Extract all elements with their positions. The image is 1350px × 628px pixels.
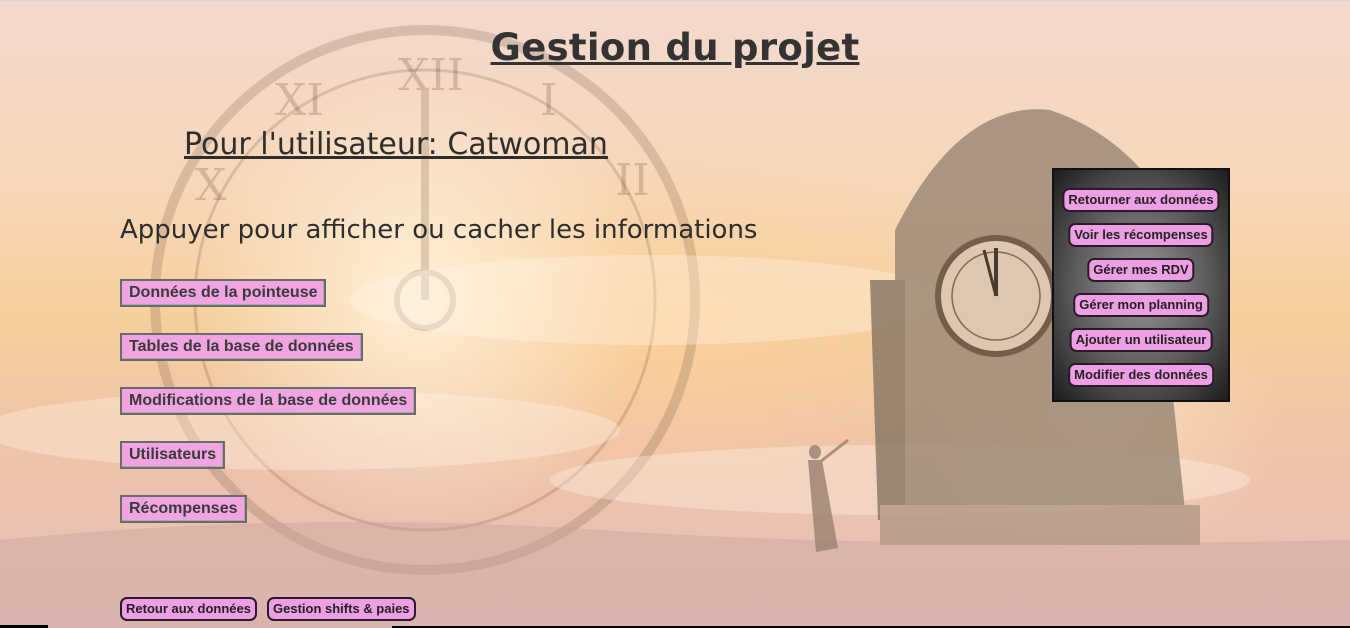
svg-text:II: II — [615, 155, 650, 206]
svg-text:XI: XI — [275, 75, 324, 126]
side-rdv-button[interactable]: Gérer mes RDV — [1087, 258, 1195, 282]
toggle-modifications-button[interactable]: Modifications de la base de données — [120, 387, 417, 415]
side-rewards-button[interactable]: Voir les récompenses — [1068, 223, 1214, 247]
back-to-data-button[interactable]: Retour aux données — [120, 597, 257, 621]
side-add-user-button[interactable]: Ajouter un utilisateur — [1069, 328, 1213, 352]
svg-text:X: X — [195, 160, 227, 211]
side-return-data-button[interactable]: Retourner aux données — [1062, 188, 1220, 212]
toggle-tables-button[interactable]: Tables de la base de données — [120, 333, 363, 361]
top-border — [0, 0, 1350, 1]
page-title: Gestion du projet — [490, 26, 860, 69]
shifts-pay-button[interactable]: Gestion shifts & paies — [267, 597, 416, 621]
user-title: Pour l'utilisateur: Catwoman — [184, 127, 608, 162]
instructions-text: Appuyer pour afficher ou cacher les info… — [120, 215, 758, 245]
side-planning-button[interactable]: Gérer mon planning — [1073, 293, 1209, 317]
side-edit-data-button[interactable]: Modifier des données — [1068, 363, 1214, 387]
side-menu-panel: Retourner aux données Voir les récompens… — [1052, 168, 1230, 402]
toggle-users-button[interactable]: Utilisateurs — [120, 441, 226, 469]
toggle-pointeuse-button[interactable]: Données de la pointeuse — [120, 279, 327, 307]
toggle-rewards-button[interactable]: Récompenses — [120, 495, 247, 523]
svg-text:I: I — [540, 75, 557, 126]
